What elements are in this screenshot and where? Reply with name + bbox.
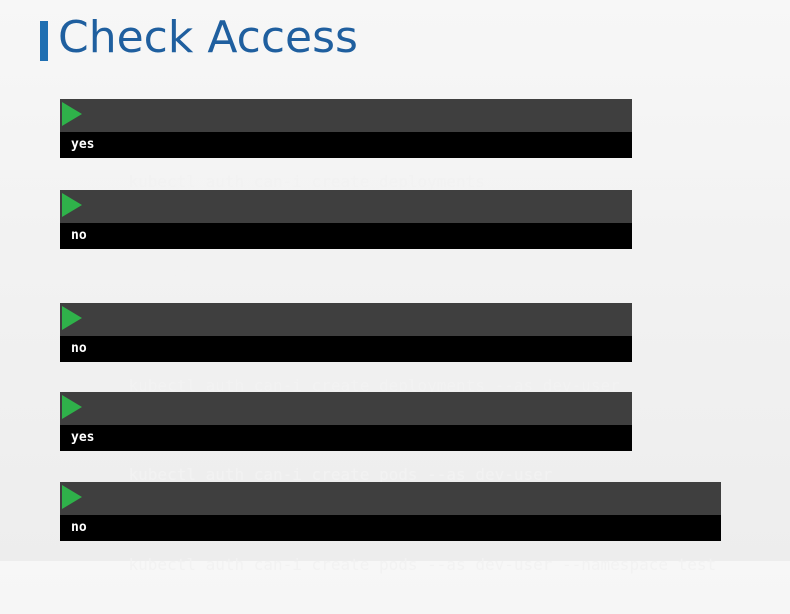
command-line: kubectl auth can-i delete nodes xyxy=(60,190,632,282)
play-icon xyxy=(62,395,82,419)
command-block-1: kubectl auth can-i create deployments ye… xyxy=(60,99,632,191)
command-line: kubectl auth can-i create pods --as dev-… xyxy=(60,392,632,484)
command-block-5: kubectl auth can-i create pods --as dev-… xyxy=(60,482,721,574)
command-block-2: kubectl auth can-i delete nodes no xyxy=(60,190,632,282)
command-block-3: kubectl auth can-i create deployments --… xyxy=(60,303,632,395)
slide-title: Check Access xyxy=(58,12,358,63)
command-line: kubectl auth can-i create deployments xyxy=(60,99,632,191)
command-output: yes xyxy=(60,132,632,158)
play-icon xyxy=(62,102,82,126)
command-output: no xyxy=(60,223,632,249)
play-icon xyxy=(62,485,82,509)
command-text: kubectl auth can-i create pods --as dev-… xyxy=(128,555,717,574)
command-output: no xyxy=(60,515,721,541)
play-icon xyxy=(62,306,82,330)
play-icon xyxy=(62,193,82,217)
command-line: kubectl auth can-i create deployments --… xyxy=(60,303,632,395)
command-block-4: kubectl auth can-i create pods --as dev-… xyxy=(60,392,632,484)
command-text: kubectl auth can-i create deployments xyxy=(128,172,485,191)
command-output: no xyxy=(60,336,632,362)
command-text: kubectl auth can-i delete nodes xyxy=(128,263,428,282)
title-accent-bar xyxy=(40,21,48,61)
command-output: yes xyxy=(60,425,632,451)
command-line: kubectl auth can-i create pods --as dev-… xyxy=(60,482,721,574)
